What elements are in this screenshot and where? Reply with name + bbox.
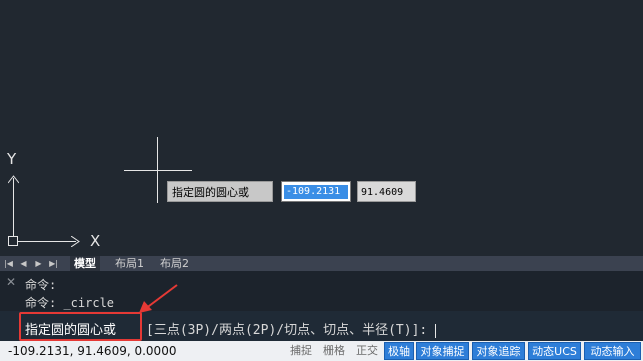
drawing-canvas[interactable]: Y X 指定圆的圆心或 -109.2131 91.4609 — [0, 0, 643, 256]
dynamic-input-toggle[interactable]: 动态输入 — [584, 342, 641, 360]
grid-toggle[interactable]: 栅格 — [323, 343, 345, 359]
last-tab-icon[interactable]: ▶| — [47, 257, 60, 270]
close-icon[interactable]: ✕ — [6, 275, 16, 289]
highlight-box — [19, 312, 142, 341]
dynamic-input-x-field[interactable]: -109.2131 — [281, 181, 351, 202]
object-tracking-toggle[interactable]: 对象追踪 — [472, 342, 525, 360]
tab-layout2[interactable]: 布局2 — [156, 256, 193, 271]
first-tab-icon[interactable]: |◀ — [2, 257, 15, 270]
dynamic-ucs-toggle[interactable]: 动态UCS — [528, 342, 581, 360]
crosshair-vertical — [157, 137, 158, 203]
dynamic-input-x-value[interactable]: -109.2131 — [284, 185, 348, 199]
ucs-x-label: X — [90, 232, 101, 250]
history-line: 命令: — [25, 278, 57, 292]
tab-layout1[interactable]: 布局1 — [111, 256, 148, 271]
crosshair-horizontal — [124, 170, 192, 171]
tab-model[interactable]: 模型 — [70, 256, 100, 271]
polar-toggle[interactable]: 极轴 — [384, 342, 414, 360]
ucs-y-axis — [13, 178, 14, 236]
coordinate-readout: -109.2131, 91.4609, 0.0000 — [8, 344, 177, 358]
prev-tab-icon[interactable]: ◀ — [17, 257, 30, 270]
next-tab-icon[interactable]: ▶ — [32, 257, 45, 270]
snap-toggle[interactable]: 捕捉 — [290, 343, 312, 359]
ucs-x-axis — [18, 241, 76, 242]
status-bar: -109.2131, 91.4609, 0.0000 捕捉 栅格 正交 极轴 对… — [0, 341, 643, 361]
object-snap-toggle[interactable]: 对象捕捉 — [416, 342, 469, 360]
ucs-origin-box — [8, 236, 18, 246]
ucs-y-label: Y — [7, 150, 17, 168]
layout-tab-bar: |◀ ◀ ▶ ▶| 模型 布局1 布局2 — [0, 256, 643, 271]
command-options-text[interactable]: [三点(3P)/两点(2P)/切点、切点、半径(T)]: — [146, 323, 427, 338]
ortho-toggle[interactable]: 正交 — [356, 343, 378, 359]
command-options[interactable]: [三点(3P)/两点(2P)/切点、切点、半径(T)]: — [146, 319, 437, 338]
dynamic-input-y-field[interactable]: 91.4609 — [357, 181, 416, 202]
text-caret — [435, 323, 437, 338]
annotation-arrow-icon — [139, 284, 178, 313]
history-line: 命令: _circle — [25, 296, 115, 310]
ucs-x-arrow-icon — [71, 236, 80, 247]
ucs-y-arrow-icon — [8, 175, 19, 184]
dynamic-input-prompt: 指定圆的圆心或 — [167, 181, 273, 202]
